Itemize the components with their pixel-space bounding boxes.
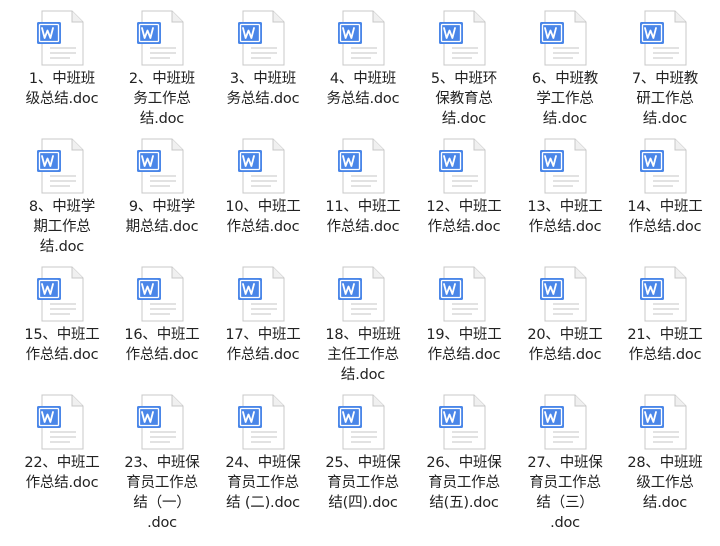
word-doc-icon — [37, 266, 84, 322]
file-name: 4、中班班 务总结.doc — [326, 71, 400, 107]
file-item[interactable]: 23、中班保 育员工作总 结（一） .doc — [112, 390, 212, 531]
file-name: 27、中班保 育员工作总 结（三） .doc — [527, 455, 603, 531]
file-item[interactable]: 2、中班班 务工作总 结.doc — [112, 6, 212, 134]
file-item[interactable]: 6、中班教 学工作总 结.doc — [515, 6, 615, 134]
word-doc-icon — [137, 394, 184, 450]
file-name: 21、中班工 作总结.doc — [627, 327, 703, 363]
file-item[interactable]: 10、中班工 作总结.doc — [213, 134, 313, 262]
word-doc-icon — [238, 10, 285, 66]
file-item[interactable]: 12、中班工 作总结.doc — [414, 134, 514, 262]
word-doc-icon — [439, 10, 486, 66]
file-name: 3、中班班 务总结.doc — [226, 71, 300, 107]
word-doc-icon — [137, 10, 184, 66]
word-doc-icon — [640, 266, 687, 322]
file-item[interactable]: 20、中班工 作总结.doc — [515, 262, 615, 390]
file-item[interactable]: 4、中班班 务总结.doc — [313, 6, 413, 134]
file-name: 15、中班工 作总结.doc — [24, 327, 100, 363]
word-doc-icon — [238, 394, 285, 450]
file-item[interactable]: 11、中班工 作总结.doc — [313, 134, 413, 262]
word-doc-icon — [540, 394, 587, 450]
file-name: 13、中班工 作总结.doc — [527, 199, 603, 235]
word-doc-icon — [338, 394, 385, 450]
file-name: 12、中班工 作总结.doc — [426, 199, 502, 235]
file-name: 19、中班工 作总结.doc — [426, 327, 502, 363]
file-item[interactable]: 26、中班保 育员工作总 结(五).doc — [414, 390, 514, 518]
file-item[interactable]: 9、中班学 期总结.doc — [112, 134, 212, 262]
file-item[interactable]: 14、中班工 作总结.doc — [615, 134, 715, 262]
file-name: 24、中班保 育员工作总 结 (二).doc — [225, 455, 301, 511]
word-doc-icon — [540, 138, 587, 194]
file-name: 25、中班保 育员工作总 结(四).doc — [325, 455, 401, 511]
word-doc-icon — [439, 138, 486, 194]
file-name: 2、中班班 务工作总 结.doc — [128, 71, 196, 127]
word-doc-icon — [540, 266, 587, 322]
file-item[interactable]: 24、中班保 育员工作总 结 (二).doc — [213, 390, 313, 518]
word-doc-icon — [640, 138, 687, 194]
file-name: 11、中班工 作总结.doc — [325, 199, 401, 235]
file-item[interactable]: 25、中班保 育员工作总 结(四).doc — [313, 390, 413, 518]
word-doc-icon — [137, 266, 184, 322]
file-name: 16、中班工 作总结.doc — [124, 327, 200, 363]
word-doc-icon — [137, 138, 184, 194]
file-item[interactable]: 7、中班教 研工作总 结.doc — [615, 6, 715, 134]
file-name: 17、中班工 作总结.doc — [225, 327, 301, 363]
word-doc-icon — [338, 266, 385, 322]
file-name: 8、中班学 期工作总 结.doc — [28, 199, 96, 255]
file-item[interactable]: 15、中班工 作总结.doc — [12, 262, 112, 390]
word-doc-icon — [37, 10, 84, 66]
file-name: 20、中班工 作总结.doc — [527, 327, 603, 363]
file-item[interactable]: 27、中班保 育员工作总 结（三） .doc — [515, 390, 615, 531]
word-doc-icon — [338, 138, 385, 194]
file-name: 26、中班保 育员工作总 结(五).doc — [426, 455, 502, 511]
file-grid: 1、中班班 级总结.doc 2、中班班 务工作总 结.doc 3、中班班 务总结.d… — [0, 0, 720, 546]
file-item[interactable]: 8、中班学 期工作总 结.doc — [12, 134, 112, 262]
file-name: 7、中班教 研工作总 结.doc — [631, 71, 699, 127]
file-item[interactable]: 1、中班班 级总结.doc — [12, 6, 112, 134]
file-name: 28、中班班 级工作总 结.doc — [627, 455, 703, 511]
word-doc-icon — [37, 394, 84, 450]
file-item[interactable]: 13、中班工 作总结.doc — [515, 134, 615, 262]
file-item[interactable]: 3、中班班 务总结.doc — [213, 6, 313, 134]
file-item[interactable]: 22、中班工 作总结.doc — [12, 390, 112, 518]
word-doc-icon — [540, 10, 587, 66]
word-doc-icon — [640, 394, 687, 450]
file-name: 9、中班学 期总结.doc — [125, 199, 199, 235]
file-item[interactable]: 19、中班工 作总结.doc — [414, 262, 514, 390]
file-name: 14、中班工 作总结.doc — [627, 199, 703, 235]
word-doc-icon — [640, 10, 687, 66]
file-item[interactable]: 5、中班环 保教育总 结.doc — [414, 6, 514, 134]
file-name: 6、中班教 学工作总 结.doc — [531, 71, 599, 127]
file-item[interactable]: 16、中班工 作总结.doc — [112, 262, 212, 390]
word-doc-icon — [338, 10, 385, 66]
word-doc-icon — [439, 266, 486, 322]
file-name: 18、中班班 主任工作总 结.doc — [325, 327, 401, 383]
word-doc-icon — [439, 394, 486, 450]
word-doc-icon — [238, 266, 285, 322]
word-doc-icon — [238, 138, 285, 194]
file-name: 10、中班工 作总结.doc — [225, 199, 301, 235]
file-name: 1、中班班 级总结.doc — [25, 71, 99, 107]
file-item[interactable]: 17、中班工 作总结.doc — [213, 262, 313, 390]
file-name: 23、中班保 育员工作总 结（一） .doc — [124, 455, 200, 531]
file-name: 22、中班工 作总结.doc — [24, 455, 100, 491]
file-item[interactable]: 18、中班班 主任工作总 结.doc — [313, 262, 413, 390]
file-name: 5、中班环 保教育总 结.doc — [430, 71, 498, 127]
file-item[interactable]: 28、中班班 级工作总 结.doc — [615, 390, 715, 518]
file-item[interactable]: 21、中班工 作总结.doc — [615, 262, 715, 390]
word-doc-icon — [37, 138, 84, 194]
